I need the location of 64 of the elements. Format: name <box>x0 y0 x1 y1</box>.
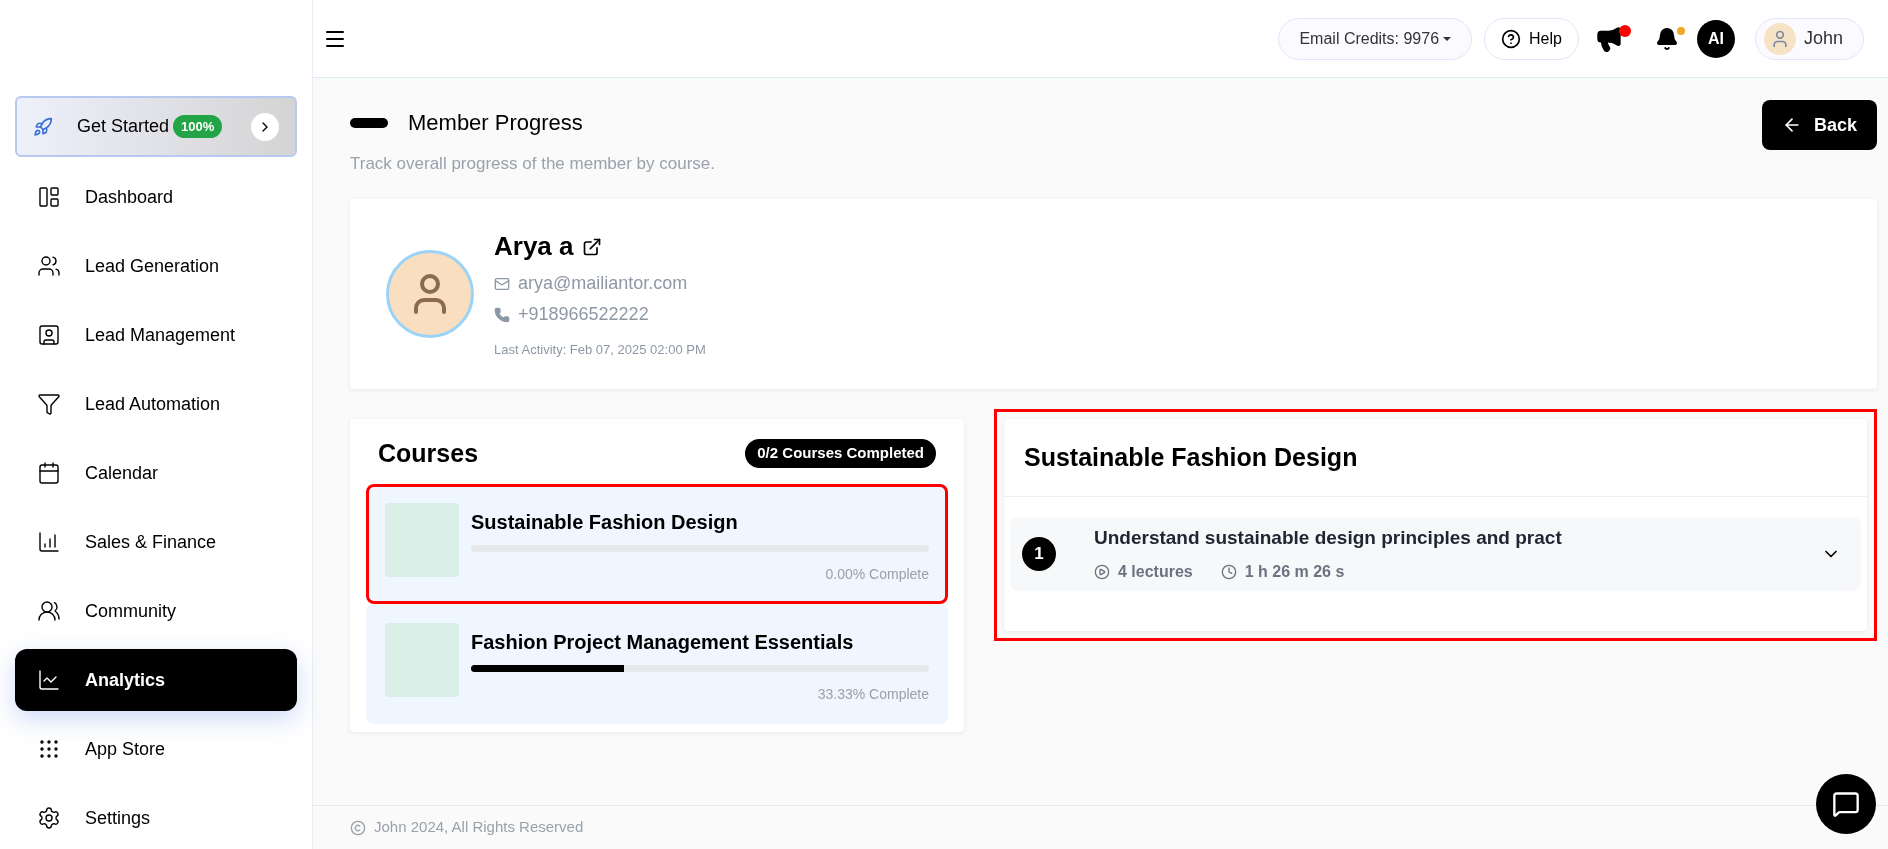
progress-badge: 100% <box>173 114 223 139</box>
calendar-icon <box>37 461 61 485</box>
section-number: 1 <box>1022 537 1056 571</box>
progress-text: 0.00% Complete <box>824 565 929 584</box>
caret-icon <box>1443 36 1452 41</box>
sidebar-item[interactable]: Dashboard <box>15 166 297 228</box>
courses-title: Courses <box>378 437 479 469</box>
contact-card-icon <box>37 323 61 347</box>
play-icon <box>1094 564 1110 581</box>
back-button[interactable]: Back <box>1761 100 1877 150</box>
course-title: Fashion Project Management Essentials <box>471 630 855 655</box>
sidebar-item[interactable]: App Store <box>15 718 297 780</box>
mail-icon <box>494 275 510 292</box>
dashboard-icon <box>37 185 61 209</box>
page-subtitle: Track overall progress of the member by course. <box>350 153 715 175</box>
line-chart-icon <box>37 668 61 692</box>
phone-icon <box>494 306 510 323</box>
bar-chart-icon <box>37 530 61 554</box>
member-email: arya@mailiantor.com <box>518 272 688 296</box>
duration: 1 h 26 m 26 s <box>1244 562 1345 583</box>
course-item[interactable]: Sustainable Fashion Design 0.00% Complete <box>366 484 948 604</box>
next-button[interactable] <box>251 112 279 141</box>
course-title: Sustainable Fashion Design <box>471 510 739 535</box>
clock-icon <box>1220 564 1237 581</box>
people-icon <box>37 254 61 278</box>
sidebar-item[interactable]: Sales & Finance <box>15 511 297 573</box>
member-name: Arya a <box>494 230 574 264</box>
sidebar-item[interactable]: Settings <box>15 787 297 849</box>
email-credits-button[interactable]: Email Credits: 9976 <box>1278 17 1473 60</box>
section-row[interactable]: 1 Understand sustainable design principles and pract 4 lectures 1 h 26 m 26 s <box>1010 517 1861 591</box>
help-button[interactable]: Help <box>1484 17 1579 60</box>
section-title: Understand sustainable design principles and pract <box>1094 525 1563 550</box>
get-started-button[interactable]: Get Started 100% <box>15 96 297 157</box>
get-started-label: Get Started <box>77 115 170 138</box>
detail-title: Sustainable Fashion Design <box>1004 418 1867 497</box>
copyright-text: John 2024, All Rights Reserved <box>374 817 584 838</box>
sidebar-item[interactable]: Lead Management <box>15 304 297 366</box>
copyright-icon <box>350 819 366 836</box>
ai-button[interactable]: AI <box>1696 19 1735 58</box>
chat-icon <box>1832 790 1860 818</box>
chat-button[interactable] <box>1816 774 1876 834</box>
last-activity: Last Activity: Feb 07, 2025 02:00 PM <box>494 341 706 360</box>
funnel-icon <box>37 392 61 416</box>
sidebar-item[interactable]: Calendar <box>15 442 297 504</box>
bell-icon[interactable] <box>1654 26 1679 51</box>
completed-badge: 0/2 Courses Completed <box>745 439 936 468</box>
sidebar-item[interactable]: Lead Generation <box>15 235 297 297</box>
lecture-count: 4 lectures <box>1118 562 1193 583</box>
course-item[interactable]: Fashion Project Management Essentials 33.33% Complete <box>366 604 948 724</box>
settings-icon <box>37 806 61 830</box>
page-title: Member Progress <box>408 109 583 137</box>
member-phone: +918966522222 <box>518 303 649 327</box>
external-link-icon[interactable] <box>581 236 602 257</box>
sidebar-item[interactable]: Community <box>15 580 297 642</box>
sidebar-item[interactable]: Lead Automation <box>15 373 297 435</box>
megaphone-icon[interactable] <box>1594 24 1623 53</box>
user-menu-button[interactable]: John <box>1754 17 1864 60</box>
progress-text: 33.33% Complete <box>816 685 929 704</box>
sidebar-item[interactable]: Analytics <box>15 649 297 711</box>
help-icon <box>1501 28 1522 49</box>
rocket-icon <box>33 116 53 137</box>
group-icon <box>37 599 61 623</box>
title-bar-mark <box>350 117 388 128</box>
grid-icon <box>37 737 61 761</box>
